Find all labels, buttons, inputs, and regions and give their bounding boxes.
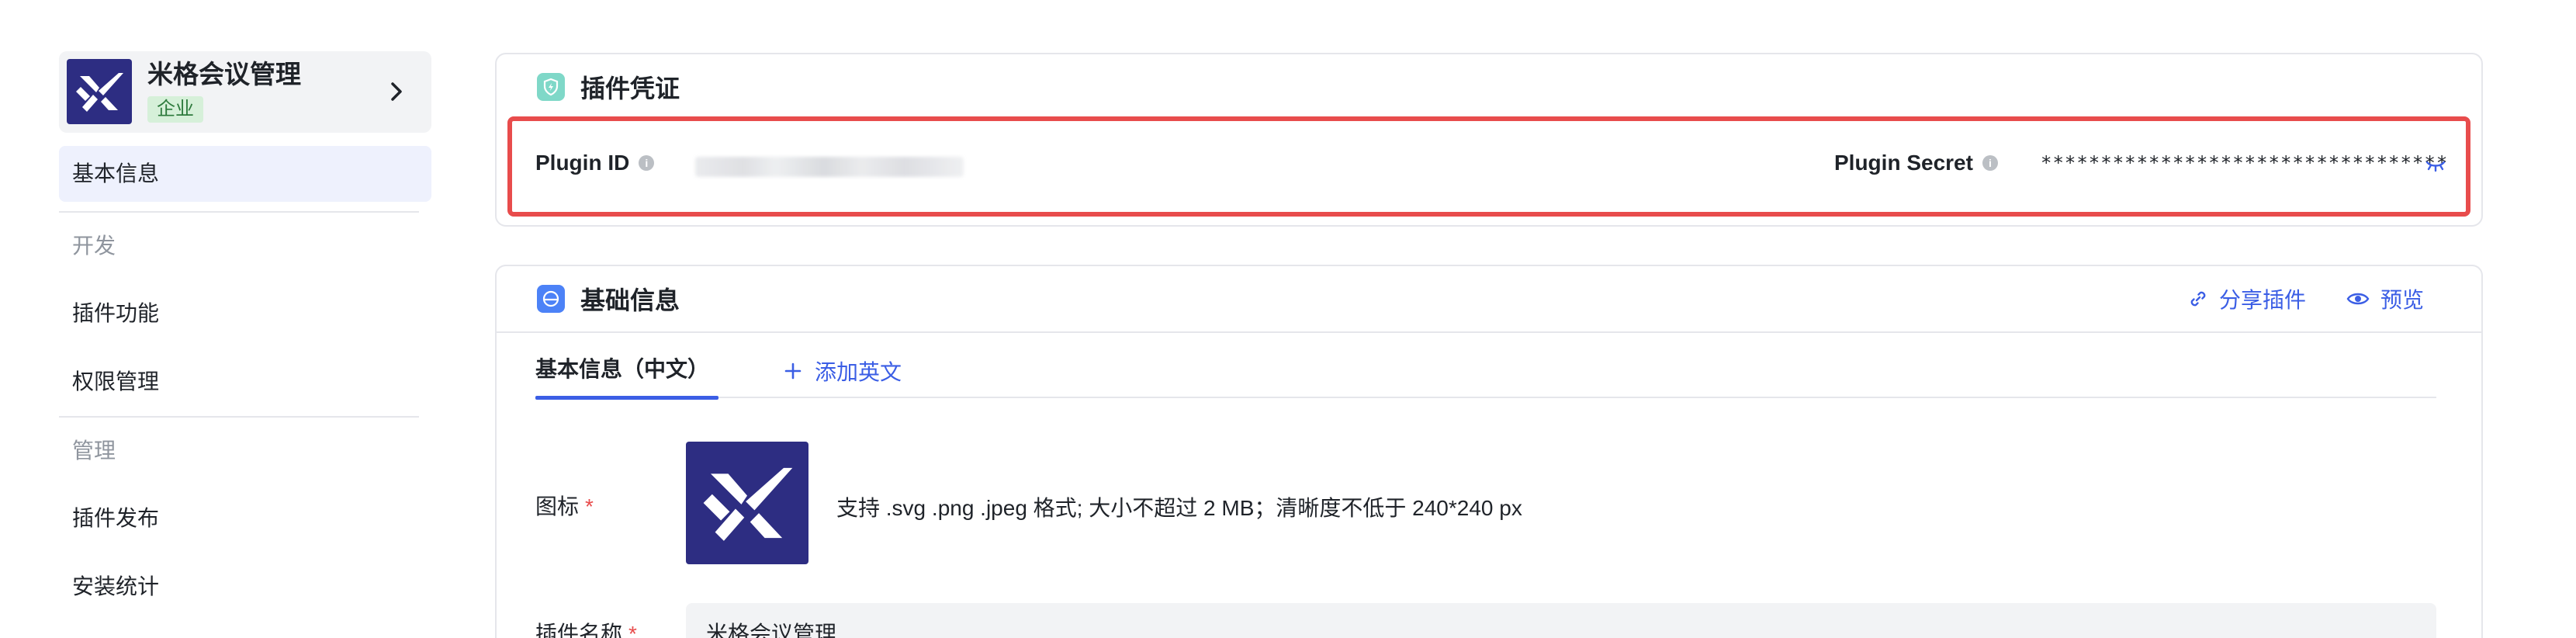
icon-format-hint: 支持 .svg .png .jpeg 格式; 大小不超过 2 MB；清晰度不低于… [836,496,1522,520]
required-mark: * [585,494,594,518]
info-icon[interactable]: i [1982,155,1998,171]
preview-button[interactable]: 预览 [2346,283,2424,314]
credentials-title: 插件凭证 [580,75,680,102]
sidebar-item-basic-info[interactable]: 基本信息 [59,146,431,202]
sidebar: 米格会议管理 企业 基本信息 开发 插件功能 权限管理 管理 插件发布 安装统计 [59,51,431,621]
basic-info-actions: 分享插件 预览 [2188,283,2424,314]
plugin-name-label: 插件名称 * [535,617,637,638]
logo-icon [67,59,132,124]
chevron-right-icon[interactable] [383,78,410,106]
language-tabs: 基本信息（中文） 添加英文 [535,352,2436,400]
sidebar-item-permissions[interactable]: 权限管理 [59,348,431,416]
panel-divider [497,331,2481,333]
icon-label-text: 图标 [535,494,580,518]
eye-closed-icon[interactable] [2424,155,2447,174]
app-switcher[interactable]: 米格会议管理 企业 [59,51,431,133]
share-plugin-label: 分享插件 [2218,288,2306,312]
enterprise-badge: 企业 [147,96,203,123]
plugin-id-value-redacted [695,157,964,177]
plugin-secret-value: ********************************** [2041,152,2449,174]
plugin-name-input[interactable] [686,603,2436,638]
basic-info-header: 基础信息 [537,283,680,314]
plugin-secret-label: Plugin Secret i [1834,151,1998,175]
credentials-panel: 插件凭证 Plugin ID i Plugin Secret i *******… [495,53,2483,227]
required-mark: * [628,622,637,638]
logo-icon [703,467,793,541]
eye-icon [2346,293,2370,305]
credentials-highlight: Plugin ID i Plugin Secret i ************… [507,116,2470,217]
info-icon[interactable]: i [639,155,655,171]
sidebar-section-develop: 开发 [72,234,116,258]
preview-label: 预览 [2380,288,2424,312]
basic-info-title: 基础信息 [580,286,680,314]
shield-icon [537,73,565,101]
link-icon [2190,291,2206,307]
add-english-button[interactable]: 添加英文 [784,353,902,389]
info-panel-icon [537,285,565,313]
plugin-name-label-text: 插件名称 [535,622,623,638]
plugin-icon-upload[interactable] [686,442,808,564]
plugin-secret-label-text: Plugin Secret [1834,151,1973,175]
share-plugin-button[interactable]: 分享插件 [2188,283,2306,314]
credentials-header: 插件凭证 [537,71,680,102]
plugin-id-label-text: Plugin ID [535,151,630,175]
tab-basic-info-zh[interactable]: 基本信息（中文） [535,352,718,400]
plus-icon [784,362,802,380]
sidebar-item-install-stats[interactable]: 安装统计 [59,553,431,621]
app-name: 米格会议管理 [147,60,301,88]
sidebar-section-manage: 管理 [72,439,116,463]
sidebar-item-publish[interactable]: 插件发布 [59,484,431,553]
basic-info-panel: 基础信息 分享插件 预览 基本信息（中文） 添加英文 图标 * 支持 .svg … [495,265,2483,638]
add-english-label: 添加英文 [815,360,902,384]
plugin-id-label: Plugin ID i [535,151,655,175]
icon-label: 图标 * [535,490,594,521]
sidebar-item-plugin-features[interactable]: 插件功能 [59,279,431,348]
